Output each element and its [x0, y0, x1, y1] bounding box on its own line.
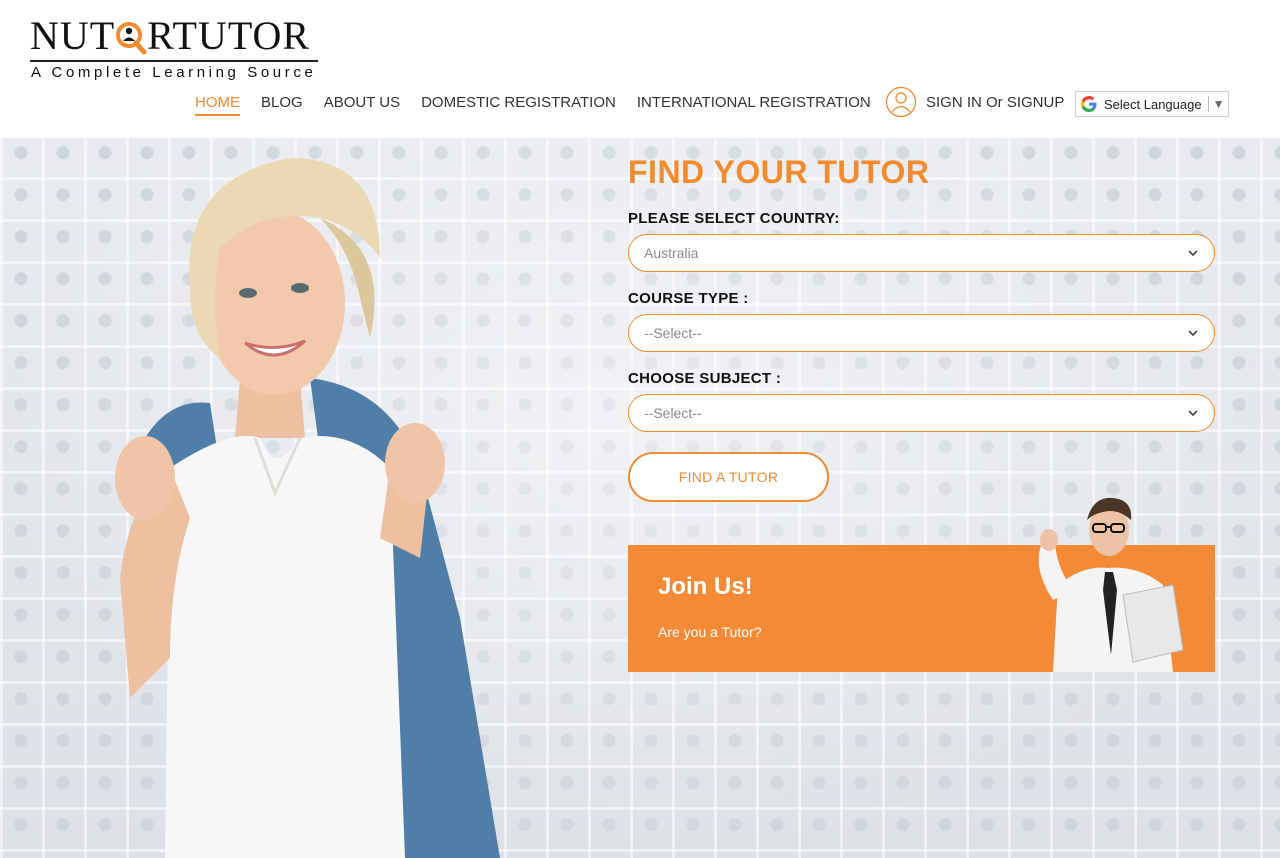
logo-divider — [30, 60, 318, 62]
nav-international-registration[interactable]: INTERNATIONAL REGISTRATION — [637, 94, 871, 116]
hero-section: FIND YOUR TUTOR PLEASE SELECT COUNTRY: A… — [0, 138, 1280, 858]
join-us-banner[interactable]: Join Us! Are you a Tutor? — [628, 497, 1215, 672]
logo-wordmark: NUT RTUTOR — [30, 16, 310, 56]
student-photo — [115, 158, 500, 858]
language-select[interactable]: Select Language ▼ — [1075, 91, 1229, 117]
subject-select[interactable]: --Select-- — [628, 394, 1215, 432]
country-select[interactable]: Australia — [628, 234, 1215, 272]
site-header: NUT RTUTOR A Complete Learning Source HO… — [0, 0, 1280, 138]
join-title: Join Us! — [658, 573, 753, 600]
google-icon — [1080, 95, 1098, 113]
subject-select-value: --Select-- — [644, 405, 702, 421]
nav-home[interactable]: HOME — [195, 94, 240, 116]
logo-text-left: NUT — [30, 13, 116, 58]
course-type-select[interactable]: --Select-- — [628, 314, 1215, 352]
logo-tagline: A Complete Learning Source — [31, 64, 317, 81]
user-icon[interactable] — [885, 86, 917, 118]
country-label: PLEASE SELECT COUNTRY: — [628, 210, 840, 227]
nav-blog[interactable]: BLOG — [261, 94, 303, 116]
nav-about-us[interactable]: ABOUT US — [324, 94, 400, 116]
nav-domestic-registration[interactable]: DOMESTIC REGISTRATION — [421, 94, 616, 116]
join-subtitle: Are you a Tutor? — [658, 624, 762, 640]
tutor-photo — [1038, 497, 1184, 672]
site-logo[interactable]: NUT RTUTOR A Complete Learning Source — [30, 14, 320, 84]
tutor-search-form: FIND YOUR TUTOR PLEASE SELECT COUNTRY: A… — [628, 154, 1218, 502]
chevron-down-icon — [1188, 410, 1198, 417]
main-nav: HOME BLOG ABOUT US DOMESTIC REGISTRATION… — [195, 94, 892, 116]
country-select-value: Australia — [644, 245, 699, 261]
subject-label: CHOOSE SUBJECT : — [628, 370, 782, 387]
course-type-select-value: --Select-- — [644, 325, 702, 341]
chevron-down-icon — [1188, 330, 1198, 337]
logo-text-right: RTUTOR — [147, 13, 311, 58]
nav-separator: / — [860, 96, 864, 110]
form-title: FIND YOUR TUTOR — [628, 154, 930, 190]
magnifier-icon — [115, 16, 147, 56]
course-type-label: COURSE TYPE : — [628, 290, 749, 307]
chevron-down-icon — [1188, 250, 1198, 257]
language-label: Select Language — [1104, 96, 1202, 112]
signin-link[interactable]: SIGN IN Or SIGNUP — [926, 94, 1064, 111]
language-divider — [1207, 96, 1209, 112]
dropdown-arrow-icon: ▼ — [1212, 97, 1225, 111]
find-tutor-button[interactable]: FIND A TUTOR — [628, 452, 829, 502]
